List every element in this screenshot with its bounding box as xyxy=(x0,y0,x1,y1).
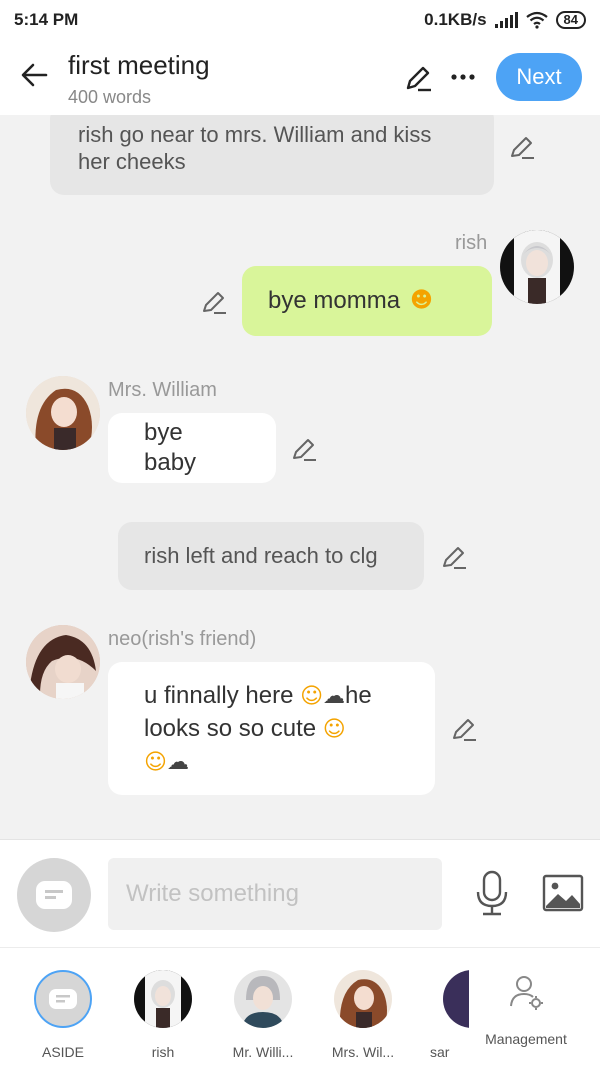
grinning-emoji-icon: ☺ xyxy=(300,684,324,709)
speaker-name: rish xyxy=(455,232,488,254)
aside-button[interactable] xyxy=(17,858,91,932)
message-text: bye momma xyxy=(268,287,401,314)
thought-bubble-icon: ☁ xyxy=(323,684,346,709)
laughing-emoji-icon: ☺ xyxy=(322,717,346,742)
neo-avatar-image xyxy=(26,625,100,699)
avatar xyxy=(134,970,192,1028)
network-speed: 0.1KB/s xyxy=(424,10,487,29)
signal-icon xyxy=(494,12,518,28)
status-bar: 5:14 PM 0.1KB/s 84 xyxy=(0,0,600,40)
avatar xyxy=(443,970,469,1028)
character-aside[interactable]: ASIDE xyxy=(18,970,108,1060)
character-rish[interactable]: rish xyxy=(118,970,208,1060)
image-icon[interactable] xyxy=(542,874,584,912)
character-label: ASIDE xyxy=(41,1044,84,1060)
speaker-name: Mrs. William xyxy=(108,379,217,401)
aside-icon xyxy=(34,970,92,1028)
avatar xyxy=(334,970,392,1028)
edit-pencil-icon[interactable] xyxy=(402,62,434,94)
message-bubble[interactable]: u finnally here ☺☁he looks so so cute ☺ … xyxy=(108,662,435,795)
page-title: first meeting xyxy=(68,50,210,80)
character-sar[interactable]: sar xyxy=(395,970,485,1060)
message-bubble-own[interactable]: bye momma ☻ xyxy=(242,266,492,336)
wifi-icon xyxy=(525,11,548,29)
character-label: Mr. Willi... xyxy=(232,1044,294,1060)
chat-area[interactable]: rish go near to mrs. William and kiss he… xyxy=(0,115,600,839)
avatar xyxy=(234,970,292,1028)
kissing-emoji-icon: ☻ xyxy=(410,288,433,313)
status-time: 5:14 PM xyxy=(14,10,79,29)
message-bubble[interactable]: bye baby xyxy=(108,413,276,483)
management-user-gear-icon xyxy=(510,976,543,1010)
next-button[interactable]: Next xyxy=(496,53,582,101)
message-text: looks so so cute xyxy=(144,715,317,742)
management-button[interactable]: Management xyxy=(478,972,574,1047)
management-label: Management xyxy=(485,1031,567,1047)
word-count: 400 words xyxy=(68,87,152,107)
input-bar xyxy=(0,839,600,947)
edit-pencil-icon[interactable] xyxy=(200,288,228,316)
back-arrow-icon[interactable] xyxy=(18,58,52,92)
avatar[interactable] xyxy=(500,230,574,304)
speaker-name: neo(rish's friend) xyxy=(108,628,257,650)
message-text: he xyxy=(345,682,372,709)
edit-pencil-icon[interactable] xyxy=(508,133,536,161)
edit-pencil-icon[interactable] xyxy=(450,715,478,743)
character-mr-william[interactable]: Mr. Willi... xyxy=(218,970,308,1060)
message-text: u finnally here xyxy=(144,682,294,709)
microphone-icon[interactable] xyxy=(474,870,510,916)
edit-pencil-icon[interactable] xyxy=(440,543,468,571)
avatar[interactable] xyxy=(26,376,100,450)
battery-indicator: 84 xyxy=(555,11,586,29)
laughing-emoji-icon: ☺ xyxy=(144,750,167,775)
aside-icon xyxy=(36,881,72,909)
message-input[interactable] xyxy=(108,858,442,930)
narration-bubble[interactable]: rish left and reach to clg xyxy=(118,522,424,590)
character-bar: ASIDE rish Mr. Willi... Mrs. Wil... sar … xyxy=(0,947,600,1067)
avatar[interactable] xyxy=(26,625,100,699)
character-label: sar xyxy=(430,1044,450,1060)
mrs-william-avatar-image xyxy=(26,376,100,450)
rish-avatar-image xyxy=(514,230,560,304)
message-text: bye baby xyxy=(144,419,197,476)
narration-bubble[interactable]: rish go near to mrs. William and kiss he… xyxy=(50,115,494,195)
thought-bubble-icon: ☁ xyxy=(166,750,189,775)
more-options-icon[interactable] xyxy=(448,62,478,92)
edit-pencil-icon[interactable] xyxy=(290,435,318,463)
character-label: rish xyxy=(151,1044,175,1060)
status-icons: 0.1KB/s 84 xyxy=(424,10,586,30)
header: first meeting 400 words Next xyxy=(0,40,600,115)
